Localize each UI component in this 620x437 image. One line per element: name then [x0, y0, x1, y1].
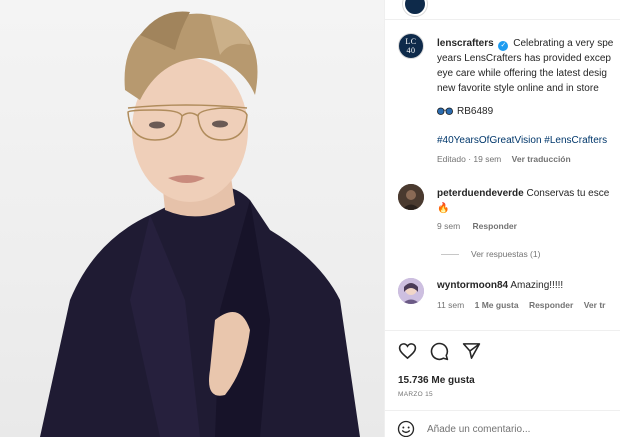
hashtags[interactable]: #40YearsOfGreatVision #LensCrafters: [437, 135, 607, 146]
comment-text: Amazing!!!!!: [510, 280, 564, 291]
comment-text: Conservas tu esce: [526, 188, 610, 199]
commenter-avatar-image: [398, 278, 424, 304]
caption-line-3: eye care while offering the latest desig: [437, 68, 607, 79]
comment-age: 9 sem: [437, 221, 461, 231]
share-icon: [462, 343, 480, 359]
post-caption: lenscrafters ✓ Celebrating a very spe ye…: [437, 36, 620, 96]
comment-icon: [430, 342, 448, 360]
avatar-monogram-top: LC: [405, 37, 417, 46]
divider: [385, 19, 620, 20]
verified-badge-icon: ✓: [498, 41, 509, 51]
comment-button[interactable]: [429, 341, 449, 361]
post-actions: [397, 341, 481, 361]
view-replies-label: Ver respuestas (1): [471, 249, 541, 259]
reply-button[interactable]: Responder: [473, 221, 517, 231]
comment-2: wyntormoon84 Amazing!!!!!: [437, 280, 563, 291]
comment-2-meta: 11 sem 1 Me gusta Responder Ver tr: [437, 300, 605, 310]
likes-count[interactable]: 15.736 Me gusta: [398, 375, 475, 386]
comment-1: peterduendeverde Conservas tu esce 🔥: [437, 186, 609, 216]
comment-age: 11 sem: [437, 300, 465, 310]
caption-meta: Editado · 19 sem Ver traducción: [437, 154, 571, 164]
avatar-monogram-bottom: 40: [406, 46, 416, 55]
author-username[interactable]: lenscrafters: [437, 38, 494, 49]
edited-timestamp: Editado · 19 sem: [437, 154, 502, 164]
emoji-icon[interactable]: [397, 420, 415, 437]
post-date: MARZO 15: [398, 391, 433, 398]
commenter-avatar-image: [398, 184, 424, 210]
comment-1-meta: 9 sem Responder: [437, 221, 517, 231]
comment-username[interactable]: peterduendeverde: [437, 188, 524, 199]
profile-avatar-top[interactable]: [403, 0, 427, 16]
caption-line-1: Celebrating a very spe: [513, 38, 614, 49]
view-replies-button[interactable]: Ver respuestas (1): [441, 249, 540, 259]
commenter-avatar[interactable]: [398, 184, 424, 210]
replies-divider: [441, 253, 459, 255]
comment-username[interactable]: wyntormoon84: [437, 280, 508, 291]
glasses-emoji-icon: [437, 107, 453, 115]
comment-composer: [397, 420, 607, 437]
fire-emoji-icon: 🔥: [437, 203, 450, 214]
share-button[interactable]: [461, 341, 481, 361]
author-avatar[interactable]: LC 40: [398, 33, 424, 59]
comment-likes[interactable]: 1 Me gusta: [475, 300, 519, 310]
post-photo[interactable]: [0, 0, 384, 437]
caption-line-4: new favorite style online and in store: [437, 83, 599, 94]
sku-text: RB6489: [457, 106, 494, 117]
divider: [385, 410, 620, 411]
translate-link[interactable]: Ver tr: [584, 300, 606, 310]
post-details-panel: LC 40 lenscrafters ✓ Celebrating a very …: [384, 0, 620, 437]
like-button[interactable]: [397, 341, 417, 361]
caption-line-2: years LensCrafters has provided excep: [437, 53, 611, 64]
translate-link[interactable]: Ver traducción: [512, 154, 571, 164]
reply-button[interactable]: Responder: [529, 300, 573, 310]
portrait-illustration: [40, 11, 360, 437]
divider: [385, 330, 620, 331]
heart-icon: [398, 343, 416, 360]
commenter-avatar[interactable]: [398, 278, 424, 304]
comment-input[interactable]: [427, 423, 607, 435]
product-sku: RB6489: [437, 106, 493, 117]
